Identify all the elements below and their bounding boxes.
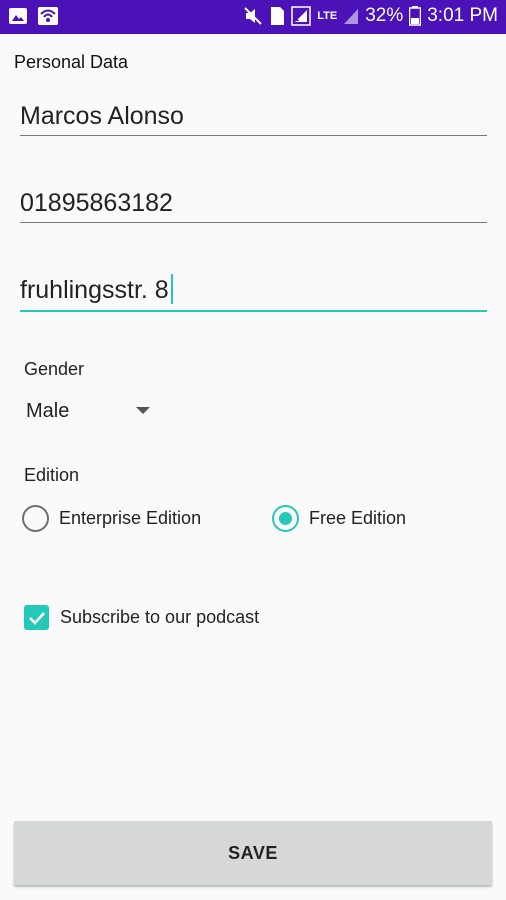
name-field[interactable]: Marcos Alonso bbox=[20, 96, 487, 136]
battery-percent: 32% bbox=[365, 5, 404, 26]
name-underline bbox=[20, 135, 487, 136]
text-cursor bbox=[170, 274, 173, 304]
radio-unchecked-icon bbox=[22, 505, 49, 532]
address-underline bbox=[20, 310, 487, 312]
battery-icon bbox=[409, 6, 422, 26]
sim-badge: 1 bbox=[292, 10, 299, 24]
subscribe-label: Subscribe to our podcast bbox=[60, 607, 260, 627]
radio-free-edition[interactable]: Free Edition bbox=[272, 505, 406, 532]
address-value-wrap: fruhlingsstr. 8 bbox=[20, 270, 487, 310]
phone-underline bbox=[20, 222, 487, 223]
dropdown-arrow-icon bbox=[136, 407, 150, 414]
status-bar-left bbox=[8, 6, 59, 26]
radio-free-label: Free Edition bbox=[309, 508, 407, 528]
subscribe-checkbox[interactable]: Subscribe to our podcast bbox=[24, 605, 259, 630]
status-bar: 1 LTE 32% 3:01 PM bbox=[0, 0, 506, 34]
gender-label: Gender bbox=[24, 359, 85, 379]
address-field[interactable]: fruhlingsstr. 8 bbox=[20, 270, 487, 312]
signal-bars-icon bbox=[343, 7, 359, 25]
save-button[interactable]: SAVE bbox=[14, 821, 492, 885]
phone-field[interactable]: 01895863182 bbox=[20, 183, 487, 223]
gender-selected: Male bbox=[26, 399, 70, 422]
phone-value: 01895863182 bbox=[20, 189, 173, 217]
radio-checked-icon bbox=[272, 505, 299, 532]
name-value: Marcos Alonso bbox=[20, 102, 184, 130]
section-title: Personal Data bbox=[14, 52, 129, 72]
gender-spinner[interactable]: Male bbox=[26, 393, 166, 429]
status-bar-right: 1 LTE 32% 3:01 PM bbox=[243, 5, 498, 27]
clock: 3:01 PM bbox=[427, 5, 498, 26]
network-type: LTE bbox=[317, 10, 338, 22]
checkmark-icon bbox=[24, 605, 49, 630]
image-icon bbox=[8, 6, 28, 26]
wifi-icon bbox=[37, 6, 59, 26]
mute-icon bbox=[243, 6, 263, 26]
sim-icon bbox=[269, 6, 285, 26]
radio-enterprise-edition[interactable]: Enterprise Edition bbox=[22, 505, 201, 532]
edition-label: Edition bbox=[24, 465, 80, 485]
radio-enterprise-label: Enterprise Edition bbox=[59, 508, 202, 528]
address-value: fruhlingsstr. 8 bbox=[20, 276, 169, 304]
